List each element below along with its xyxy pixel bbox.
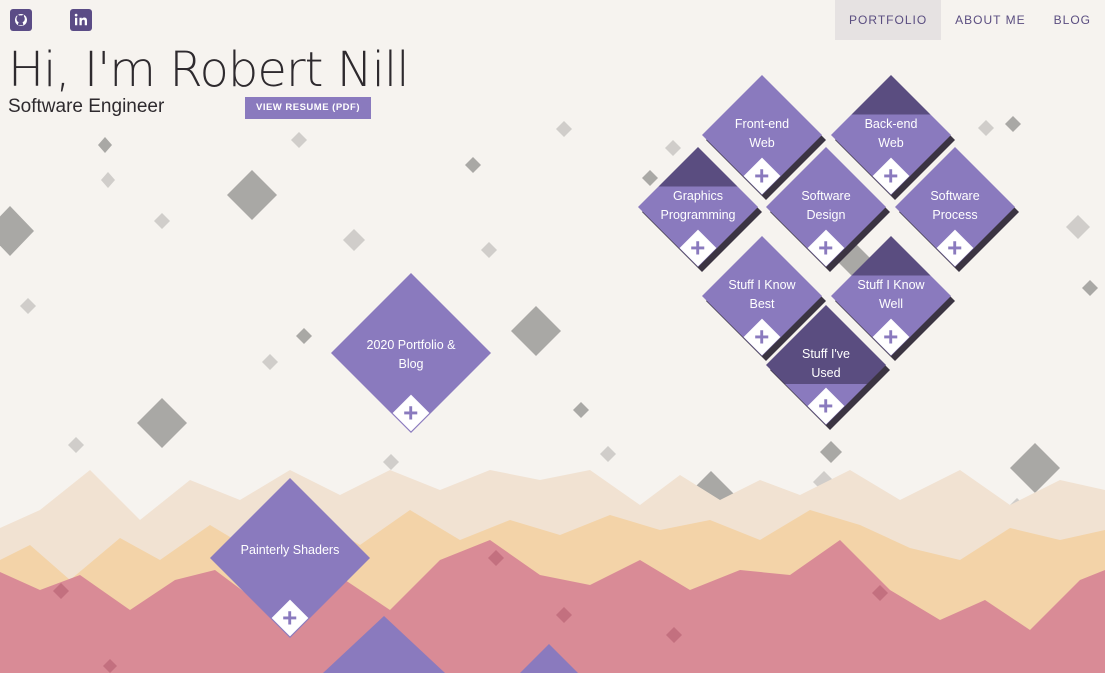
tile-label: Software Design — [801, 189, 851, 222]
tile-label: Graphics Programming — [660, 189, 736, 222]
top-navigation: PORTFOLIO ABOUT ME BLOG — [835, 0, 1105, 40]
page-subtitle: Software Engineer — [8, 96, 165, 117]
nav-blog[interactable]: BLOG — [1040, 0, 1105, 40]
tile-label: Stuff I've Used — [801, 347, 851, 380]
github-icon[interactable] — [10, 9, 32, 31]
tile-stuff-ive-used[interactable]: Stuff I've Used + — [766, 305, 890, 430]
tile-painterly-shaders[interactable]: Painterly Shaders + — [210, 478, 370, 638]
page-title: Hi, I'm Robert Nill — [8, 42, 410, 98]
tile-label: Software Process — [930, 189, 980, 222]
tile-label: Painterly Shaders — [240, 543, 340, 557]
nav-about-me[interactable]: ABOUT ME — [941, 0, 1039, 40]
nav-portfolio[interactable]: PORTFOLIO — [835, 0, 942, 40]
tile-2020-portfolio-blog[interactable]: 2020 Portfolio & Blog + — [331, 273, 491, 433]
view-resume-button[interactable]: VIEW RESUME (PDF) — [245, 97, 371, 119]
linkedin-icon[interactable] — [70, 9, 92, 31]
tile-label: 2020 Portfolio & Blog — [366, 338, 456, 371]
